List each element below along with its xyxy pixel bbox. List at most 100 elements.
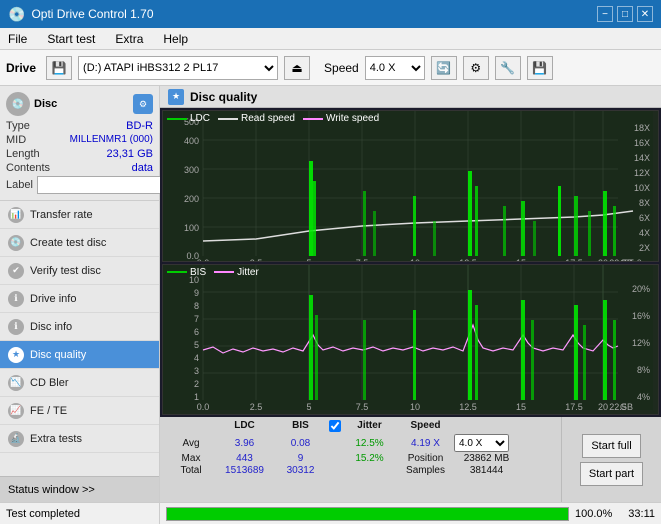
sidebar-item-transfer-rate[interactable]: 📊 Transfer rate — [0, 201, 159, 229]
nav-label-cd-bler: CD Bler — [30, 377, 69, 389]
titlebar-title: 💿 Opti Drive Control 1.70 — [8, 6, 154, 23]
status-window-button[interactable]: Status window >> — [0, 476, 159, 502]
col-bis-header: BIS — [273, 419, 328, 432]
ldc-color — [167, 118, 187, 120]
disc-length-row: Length 23,31 GB — [6, 148, 153, 160]
svg-text:0.0: 0.0 — [197, 402, 210, 410]
nav-label-verify-test-disc: Verify test disc — [30, 265, 101, 277]
svg-text:10X: 10X — [634, 183, 650, 193]
save-button[interactable]: 💾 — [527, 56, 553, 80]
nav-label-fe-te: FE / TE — [30, 405, 67, 417]
settings-button1[interactable]: ⚙ — [463, 56, 489, 80]
position-value: 23862 MB — [454, 453, 519, 464]
drive-info-icon: ℹ — [8, 291, 24, 307]
menu-extra[interactable]: Extra — [111, 30, 147, 48]
svg-text:10: 10 — [410, 258, 420, 261]
drive-label: Drive — [6, 61, 36, 75]
sidebar-item-extra-tests[interactable]: 🔬 Extra tests — [0, 425, 159, 453]
bis-color — [167, 271, 187, 273]
legend-bis-label: BIS — [190, 267, 206, 278]
maximize-button[interactable]: □ — [617, 6, 633, 22]
nav-label-drive-info: Drive info — [30, 293, 76, 305]
svg-text:7.5: 7.5 — [356, 402, 369, 410]
start-full-button[interactable]: Start full — [582, 434, 640, 458]
refresh-button[interactable]: 🔄 — [431, 56, 457, 80]
sidebar-item-create-test-disc[interactable]: 💿 Create test disc — [0, 229, 159, 257]
status-progress-container: 100.0% — [160, 503, 621, 524]
bis-chart-svg: 1 2 3 4 5 6 7 8 9 10 0.0 2.5 5 — [163, 265, 653, 410]
svg-text:GB: GB — [620, 402, 633, 410]
sidebar-item-disc-info[interactable]: ℹ Disc info — [0, 313, 159, 341]
svg-text:300: 300 — [184, 165, 199, 175]
settings-button2[interactable]: 🔧 — [495, 56, 521, 80]
menu-file[interactable]: File — [4, 30, 31, 48]
status-time: 33:11 — [621, 508, 661, 520]
svg-text:20: 20 — [598, 402, 608, 410]
minimize-button[interactable]: − — [597, 6, 613, 22]
jitter-checkbox[interactable] — [329, 420, 341, 432]
svg-text:2X: 2X — [639, 243, 650, 253]
sidebar-item-verify-test-disc[interactable]: ✔ Verify test disc — [0, 257, 159, 285]
ldc-chart: LDC Read speed Write speed — [162, 110, 659, 262]
sidebar-item-disc-quality[interactable]: ★ Disc quality — [0, 341, 159, 369]
svg-text:4: 4 — [194, 353, 199, 363]
stats-total-row: Total 1513689 30312 Samples 381444 — [166, 465, 555, 476]
sidebar-item-drive-info[interactable]: ℹ Drive info — [0, 285, 159, 313]
svg-text:17.5: 17.5 — [565, 258, 583, 261]
drive-icon-btn[interactable]: 💾 — [46, 56, 72, 80]
disc-label-row: Label ✏ — [6, 176, 153, 194]
nav-label-extra-tests: Extra tests — [30, 433, 82, 445]
menu-help[interactable]: Help — [159, 30, 192, 48]
cd-bler-icon: 📉 — [8, 375, 24, 391]
samples-value: 381444 — [454, 465, 519, 476]
content-area: ★ Disc quality LDC Read speed — [160, 86, 661, 502]
app-icon: 💿 — [8, 6, 25, 23]
stats-headers: LDC BIS Jitter Speed — [166, 419, 555, 432]
create-test-disc-icon: 💿 — [8, 235, 24, 251]
svg-text:400: 400 — [184, 136, 199, 146]
svg-text:4%: 4% — [637, 392, 650, 402]
svg-text:4X: 4X — [639, 228, 650, 238]
speed-current: 4.19 X — [398, 438, 453, 449]
col-spacer — [329, 420, 341, 432]
speed-combo-select[interactable]: 4.0 X — [454, 434, 509, 452]
stats-panel: LDC BIS Jitter Speed Avg 3.96 0.08 12.5% — [160, 417, 661, 502]
label-input[interactable] — [37, 176, 171, 194]
speed-select[interactable]: 4.0 X — [365, 56, 425, 80]
ldc-chart-inner: LDC Read speed Write speed — [163, 111, 658, 261]
svg-text:0.0: 0.0 — [197, 258, 210, 261]
nav-label-disc-quality: Disc quality — [30, 349, 86, 361]
svg-text:100: 100 — [184, 223, 199, 233]
drive-select[interactable]: (D:) ATAPI iHBS312 2 PL17 — [78, 56, 278, 80]
menu-start-test[interactable]: Start test — [43, 30, 99, 48]
max-label: Max — [166, 453, 216, 464]
svg-text:15: 15 — [516, 258, 526, 261]
menubar: File Start test Extra Help — [0, 28, 661, 50]
sidebar-item-fe-te[interactable]: 📈 FE / TE — [0, 397, 159, 425]
length-label: Length — [6, 148, 40, 160]
toolbar: Drive 💾 (D:) ATAPI iHBS312 2 PL17 ⏏ Spee… — [0, 50, 661, 86]
svg-text:7: 7 — [194, 314, 199, 324]
contents-value: data — [132, 162, 153, 174]
nav-items: 📊 Transfer rate 💿 Create test disc ✔ Ver… — [0, 201, 159, 476]
length-value: 23,31 GB — [107, 148, 153, 160]
type-label: Type — [6, 120, 30, 132]
svg-text:12.5: 12.5 — [459, 402, 477, 410]
svg-text:7.5: 7.5 — [356, 258, 369, 261]
disc-settings-icon[interactable]: ⚙ — [133, 94, 153, 114]
eject-button[interactable]: ⏏ — [284, 56, 310, 80]
start-part-button[interactable]: Start part — [580, 462, 643, 486]
sidebar-item-cd-bler[interactable]: 📉 CD Bler — [0, 369, 159, 397]
charts-area: LDC Read speed Write speed — [160, 108, 661, 417]
nav-label-transfer-rate: Transfer rate — [30, 209, 93, 221]
disc-info-icon: ℹ — [8, 319, 24, 335]
position-label: Position — [398, 453, 453, 464]
svg-text:5: 5 — [194, 340, 199, 350]
speed-select-container: 4.0 X — [454, 434, 519, 452]
disc-quality-header: ★ Disc quality — [160, 86, 661, 108]
svg-text:12X: 12X — [634, 168, 650, 178]
svg-text:18X: 18X — [634, 123, 650, 133]
svg-text:8X: 8X — [639, 198, 650, 208]
legend-read-speed: Read speed — [218, 113, 295, 124]
close-button[interactable]: ✕ — [637, 6, 653, 22]
